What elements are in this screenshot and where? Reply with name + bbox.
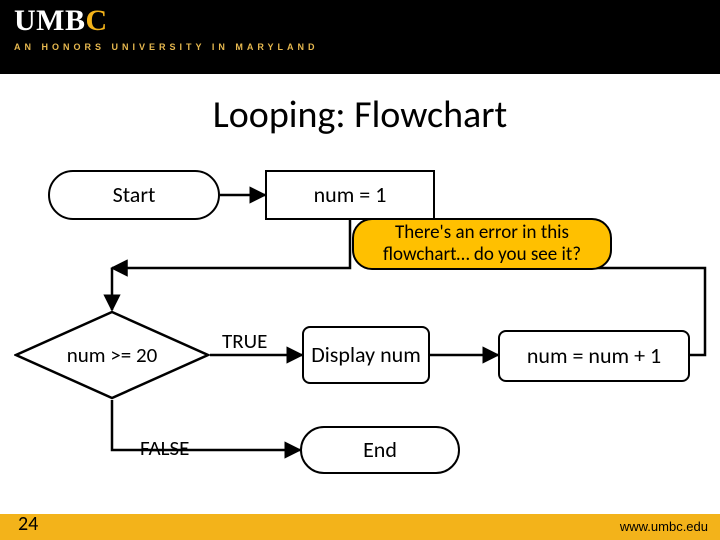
flow-node-decision: num >= 20	[14, 310, 210, 400]
decision-label: num >= 20	[67, 342, 158, 368]
flow-node-increment: num = num + 1	[498, 330, 690, 382]
flow-node-start: Start	[48, 170, 220, 220]
slide-title: Looping: Flowchart	[0, 92, 720, 138]
header-tagline: AN HONORS UNIVERSITY IN MARYLAND	[14, 42, 319, 52]
logo-text-white: UMB	[14, 4, 86, 37]
umbc-logo: UMBC	[14, 4, 108, 38]
edge-label-true: TRUE	[222, 328, 267, 354]
init-label: num = 1	[314, 182, 387, 207]
header-bar: UMBC AN HONORS UNIVERSITY IN MARYLAND	[0, 0, 720, 74]
footer-bar: 24 www.umbc.edu	[0, 514, 720, 540]
logo-text-gold: C	[86, 4, 108, 37]
start-label: Start	[113, 182, 156, 207]
end-label: End	[363, 437, 397, 462]
increment-label: num = num + 1	[527, 343, 661, 368]
flow-callout: There's an error in this flowchart… do y…	[352, 218, 612, 270]
flow-node-init: num = 1	[265, 170, 435, 220]
display-label: Display num	[311, 342, 421, 367]
edge-label-false: FALSE	[140, 435, 189, 461]
flow-node-display: Display num	[302, 326, 430, 384]
page-number: 24	[18, 512, 38, 536]
callout-text: There's an error in this flowchart… do y…	[364, 222, 600, 266]
footer-url: www.umbc.edu	[620, 519, 708, 534]
flow-node-end: End	[300, 426, 460, 474]
